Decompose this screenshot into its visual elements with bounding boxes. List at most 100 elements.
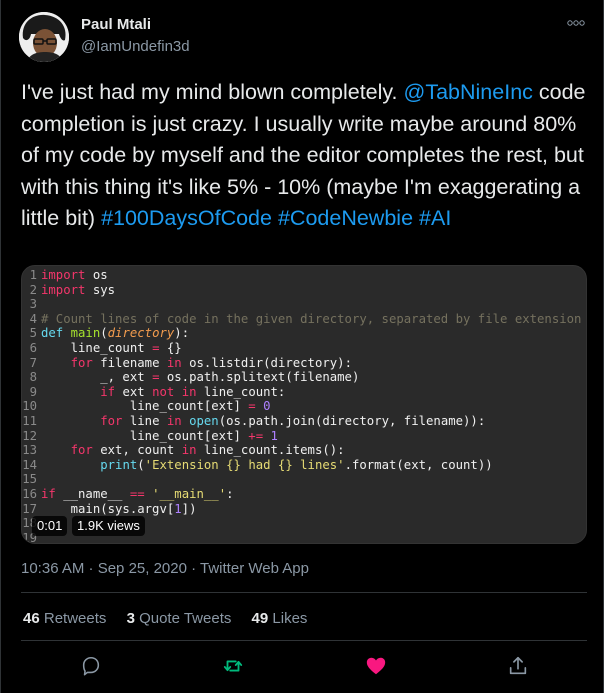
line-number: 5 [29, 326, 37, 341]
code-token: os.path.splitext(filename) [159, 370, 360, 385]
share-icon[interactable] [507, 655, 529, 677]
code-token: line_count.items(): [196, 443, 345, 458]
display-name[interactable]: Paul Mtali [81, 16, 151, 33]
code-token: directory [107, 326, 175, 341]
tweet-text-intro: I've just had my mind blown completely. [21, 80, 404, 104]
code-token: os.listdir(directory): [181, 355, 352, 370]
code-screenshot: 1 import os 2 import sys 3 4 # Count lines of … [22, 266, 586, 543]
code-token: '__main__' [152, 486, 227, 501]
code-token: sys [85, 282, 116, 297]
retweet-icon[interactable] [222, 655, 244, 677]
code-token: ext [115, 384, 153, 399]
code-line: 7 for filename in os.listdir(directory): [22, 355, 586, 371]
line-number: 9 [29, 384, 37, 399]
code-token: (os.path.join(directory, filename)): [218, 413, 486, 428]
code-line: 12 line_count[ext] += 1 [22, 428, 586, 444]
code-line: 14 print('Extension {} had {} lines'.for… [22, 457, 586, 473]
likes-stat[interactable]: 49 Likes [252, 610, 308, 627]
code-line: 15 [22, 472, 586, 487]
code-token: for [70, 355, 93, 370]
code-line: 16 if __name__ == '__main__': [22, 486, 586, 502]
likes-count: 49 [251, 610, 269, 627]
code-token: ext, count [92, 443, 182, 458]
code-token: filename [92, 355, 167, 370]
code-line: 5 def main(directory): [22, 326, 586, 341]
line-number: 15 [22, 472, 37, 487]
code-line: 6 line_count = {} [22, 340, 586, 356]
retweets-label: Retweets [43, 610, 107, 627]
like-icon[interactable] [365, 655, 387, 677]
code-token: 'Extension {} had {} lines' [144, 457, 345, 472]
more-options-icon[interactable] [567, 17, 585, 29]
hashtag-link[interactable]: #CodeNewbie [278, 206, 413, 230]
line-number: 16 [22, 486, 37, 501]
quotes-stat[interactable]: 3 Quote Tweets [127, 610, 232, 627]
line-number: 11 [22, 413, 37, 428]
avatar-image [19, 12, 69, 62]
code-token: for [70, 443, 93, 458]
likes-label: Likes [272, 610, 308, 627]
code-token: line_count[ext] [41, 428, 249, 443]
code-token: ): [174, 326, 190, 341]
line-number: 10 [22, 399, 37, 414]
tweet: Paul Mtali @IamUndefin3d I've just had m… [0, 0, 604, 693]
hashtag-link[interactable]: #100DaysOfCode [101, 206, 272, 230]
code-token: __name__ [55, 486, 130, 501]
code-token: def [41, 326, 64, 341]
hashtag-link[interactable]: #AI [419, 206, 451, 230]
code-token: 0 [263, 399, 271, 414]
code-line: 13 for ext, count in line_count.items(): [22, 443, 586, 458]
line-number: 4 [29, 311, 37, 326]
line-number: 7 [29, 355, 37, 370]
code-line: 10 line_count[ext] = 0 [22, 399, 586, 414]
code-token: if [100, 384, 116, 399]
code-token: line_count [41, 340, 153, 355]
retweets-stat[interactable]: 46 Retweets [23, 610, 106, 627]
code-line: 17 main(sys.argv[1]) [22, 501, 586, 517]
engagement-stats: 46 Retweets 3 Quote Tweets 49 Likes [23, 610, 323, 627]
video-elapsed-time: 0:01 [32, 516, 68, 536]
line-number: 13 [22, 443, 37, 458]
mention-link[interactable]: @TabNineInc [404, 80, 533, 104]
code-token: += [248, 428, 264, 443]
code-token: : [226, 486, 234, 501]
retweets-count: 46 [23, 610, 40, 627]
code-token: ( [137, 457, 145, 472]
code-token: 1 [174, 501, 182, 516]
line-number: 1 [29, 268, 37, 282]
code-token: in [181, 443, 197, 458]
divider [21, 640, 587, 641]
code-token: line_count: [196, 384, 286, 399]
code-token: _, ext [41, 370, 153, 385]
code-token: main [70, 326, 101, 341]
code-token: os [85, 268, 108, 282]
code-token: == [129, 486, 145, 501]
code-token: 1 [270, 428, 278, 443]
video-view-count: 1.9K views [72, 516, 145, 536]
code-line: 8 _, ext = os.path.splitext(filename) [22, 370, 586, 385]
tweet-timestamp[interactable]: 10:36 AM · Sep 25, 2020 · Twitter Web Ap… [21, 560, 309, 577]
user-handle[interactable]: @IamUndefin3d [81, 38, 190, 55]
code-token: .format(ext, count)) [344, 457, 493, 472]
reply-icon[interactable] [80, 655, 102, 677]
avatar[interactable] [19, 12, 69, 62]
video-player[interactable]: 1 import os 2 import sys 3 4 # Count lines of … [21, 265, 587, 544]
quotes-count: 3 [126, 610, 135, 627]
code-line: 9 if ext not in line_count: [22, 384, 586, 400]
code-token: line [122, 413, 167, 428]
divider [21, 592, 587, 593]
code-token: main(sys.argv[ [41, 501, 175, 516]
line-number: 6 [29, 340, 37, 355]
code-token: import [41, 268, 86, 282]
line-number: 12 [22, 428, 37, 443]
code-token: open [189, 413, 219, 428]
code-token: import [41, 282, 86, 297]
